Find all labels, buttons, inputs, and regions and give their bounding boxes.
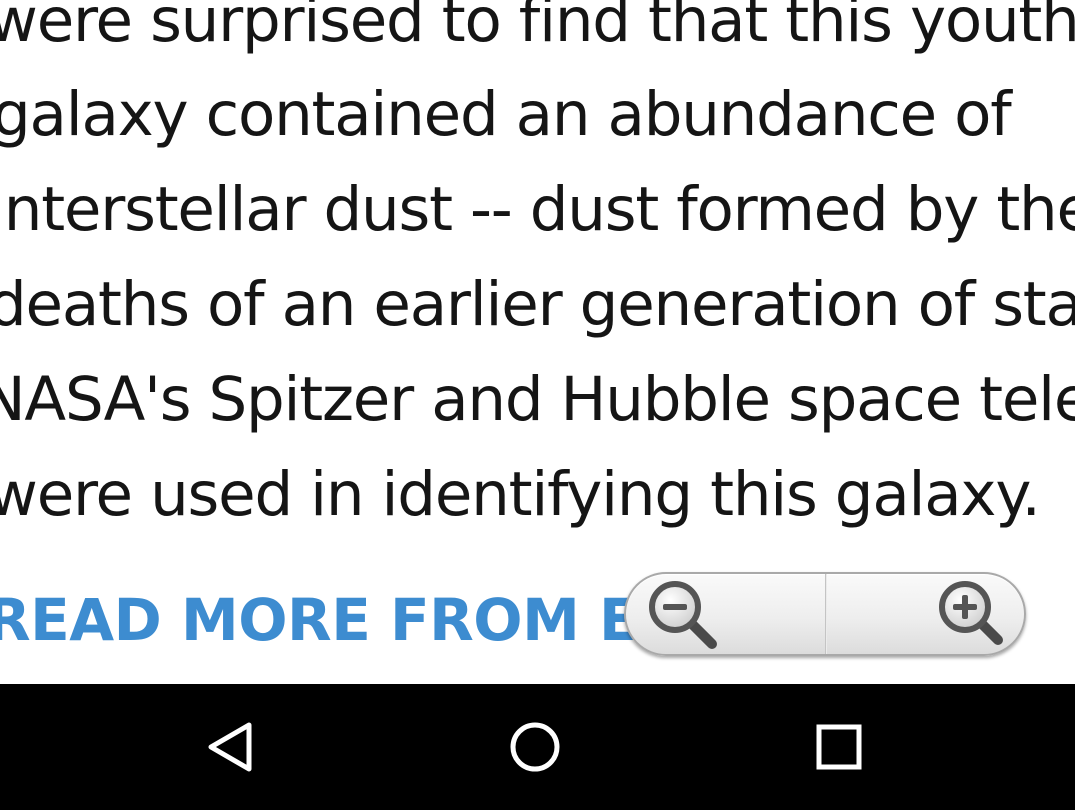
zoom-out-button[interactable] [626, 574, 825, 654]
web-content: were surprised to find that this youthfu… [0, 0, 1075, 684]
recents-square-icon [816, 724, 862, 770]
article-line-4: deaths of an earlier generation of stars… [0, 269, 1075, 340]
article-line-2: galaxy contained an abundance of [0, 79, 1012, 150]
zoom-in-button[interactable] [825, 574, 1024, 654]
recents-button[interactable] [794, 712, 884, 782]
article-line-3: interstellar dust -- dust formed by the [0, 174, 1075, 245]
system-navigation-bar [0, 684, 1075, 810]
zoom-controls [624, 572, 1026, 656]
article-line-6: were used in identifying this galaxy. [0, 459, 1041, 530]
article-line-5: NASA's Spitzer and Hubble space telescop… [0, 364, 1075, 435]
read-more-link[interactable]: READ MORE FROM ESO [0, 586, 729, 654]
back-triangle-icon [208, 722, 252, 772]
zoom-in-icon [939, 581, 1003, 645]
home-circle-icon [510, 722, 560, 772]
zoom-out-icon [649, 581, 717, 649]
back-button[interactable] [186, 712, 276, 782]
home-button[interactable] [490, 712, 580, 782]
article-line-1: were surprised to find that this youthfu… [0, 0, 1075, 56]
